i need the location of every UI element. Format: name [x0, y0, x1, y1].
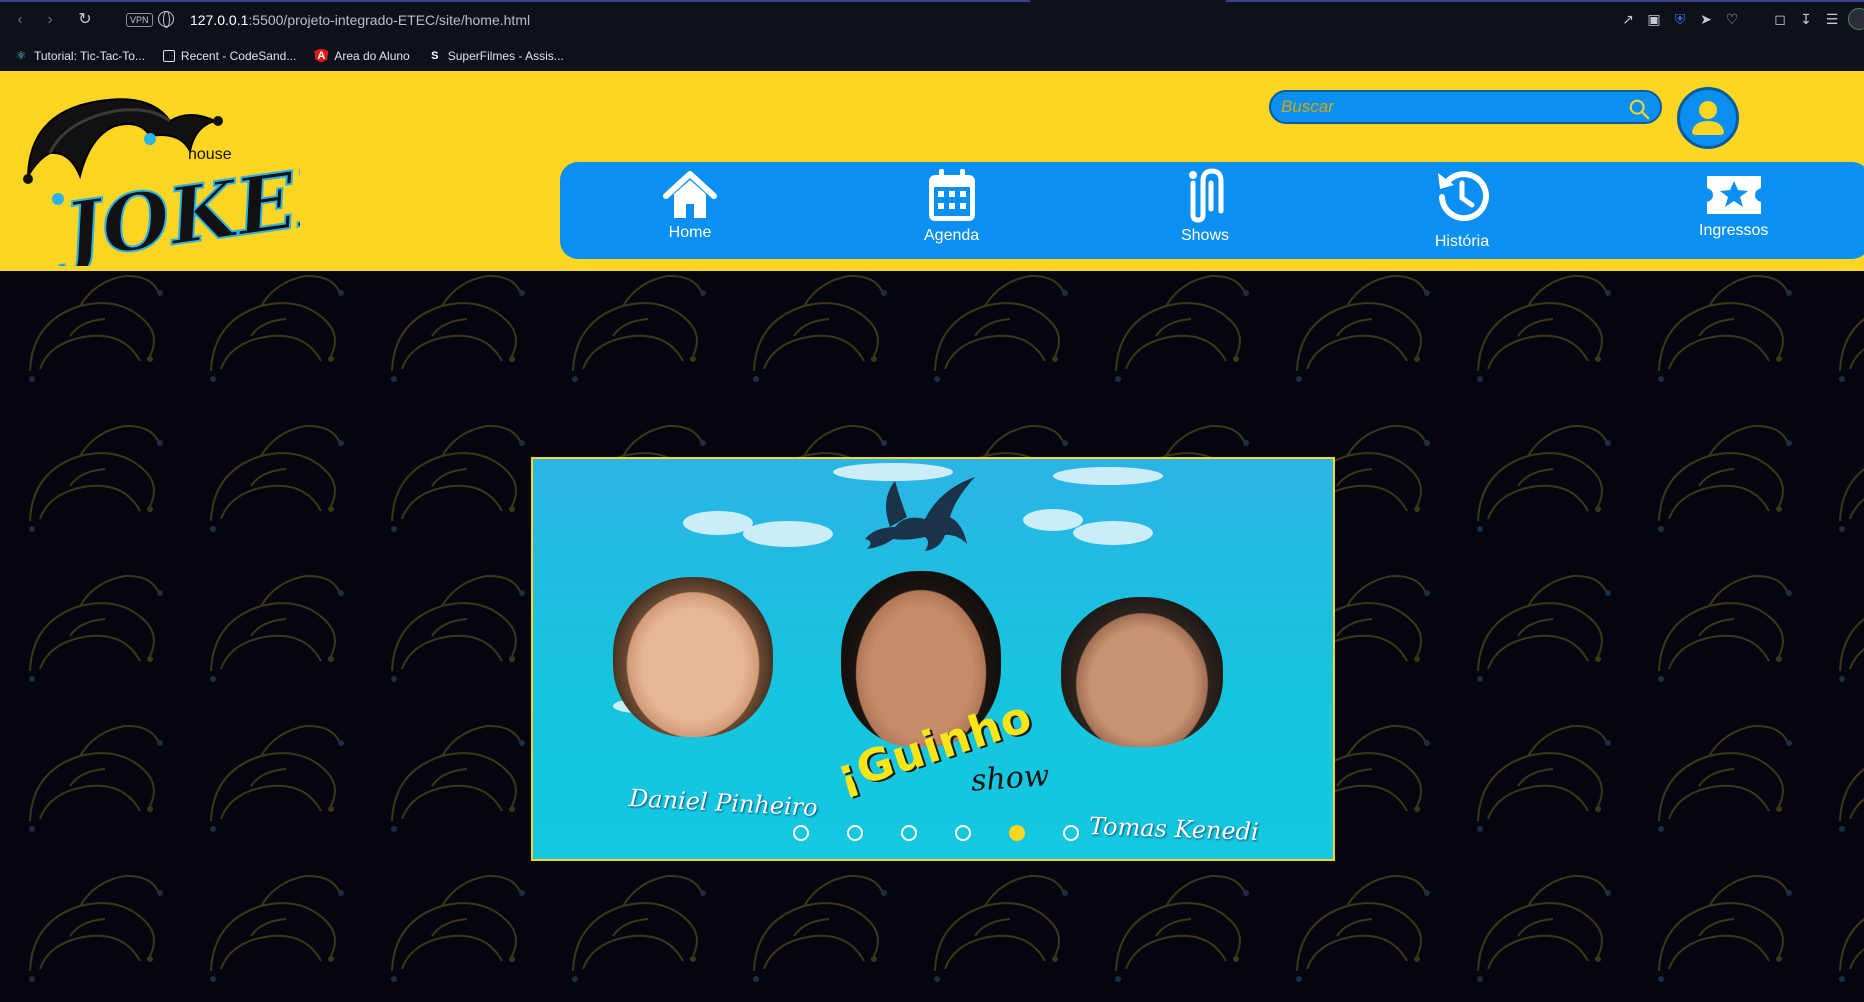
- box-icon[interactable]: ◻: [1772, 10, 1788, 28]
- browser-toolbar: ‹ › ↻ VPN 127.0.0.1:5500/projeto-integra…: [0, 0, 1864, 40]
- history-icon: [1438, 171, 1489, 222]
- caption-daniel-pinheiro: Daniel Pinheiro: [628, 784, 819, 822]
- address-bar[interactable]: 127.0.0.1:5500/projeto-integrado-ETEC/si…: [190, 12, 530, 28]
- search-icon[interactable]: [1628, 98, 1650, 120]
- browser-profile-avatar[interactable]: [1848, 8, 1864, 30]
- carousel-dot[interactable]: [901, 825, 917, 841]
- url-path: :5500/projeto-integrado-ETEC/site/home.h…: [248, 12, 531, 28]
- angular-icon: A: [314, 48, 329, 63]
- shield-icon[interactable]: ⛨: [1672, 10, 1688, 28]
- bookmark-item[interactable]: A Area do Aluno: [314, 48, 410, 63]
- carousel-dot[interactable]: [847, 825, 863, 841]
- carousel-indicators: [793, 825, 1079, 841]
- caption-tomas-kenedi: Tomas Kenedi: [1088, 812, 1260, 846]
- bookmark-item[interactable]: ⚛ Tutorial: Tic-Tac-To...: [14, 49, 145, 63]
- paperclip-icon: [1189, 168, 1224, 223]
- calendar-icon: [928, 169, 975, 221]
- send-icon[interactable]: ➤: [1698, 10, 1714, 28]
- codesandbox-icon: [162, 49, 175, 62]
- main-navbar: Home Agenda Shows História Ingressos: [560, 162, 1864, 259]
- cloud: [1023, 509, 1083, 531]
- site-header: JOKER house Home: [0, 71, 1864, 271]
- logo-house-text: house: [188, 146, 232, 163]
- carousel-dot-active[interactable]: [1009, 825, 1025, 841]
- nav-historia[interactable]: História: [1430, 165, 1494, 251]
- heart-icon[interactable]: ♡: [1724, 10, 1740, 28]
- forward-icon[interactable]: ›: [40, 10, 60, 30]
- search-box[interactable]: [1269, 90, 1662, 124]
- nav-label: Shows: [1180, 227, 1230, 244]
- browser-chrome: ‹ › ↻ VPN 127.0.0.1:5500/projeto-integra…: [0, 0, 1864, 71]
- carousel-dot[interactable]: [793, 825, 809, 841]
- bookmarks-bar: ⚛ Tutorial: Tic-Tac-To... Recent - CodeS…: [0, 40, 1864, 71]
- nav-label: Agenda: [924, 227, 980, 244]
- nav-label: Home: [668, 224, 712, 241]
- separator: [1750, 10, 1762, 28]
- performer-face-right: [1061, 597, 1223, 747]
- bookmark-item[interactable]: Recent - CodeSand...: [162, 48, 297, 63]
- nav-home[interactable]: Home: [662, 170, 718, 242]
- reload-icon[interactable]: ↻: [75, 10, 95, 30]
- show-subtitle: show: [969, 758, 1051, 799]
- nav-label: História: [1434, 233, 1490, 250]
- cloud: [1073, 521, 1153, 545]
- nav-agenda[interactable]: Agenda: [924, 167, 979, 245]
- s-icon: S: [431, 49, 439, 62]
- user-profile-button[interactable]: [1677, 87, 1739, 149]
- nav-label: Ingressos: [1699, 222, 1769, 239]
- site-info-icon[interactable]: [158, 11, 174, 28]
- search-input[interactable]: [1271, 92, 1660, 122]
- cloud: [1053, 467, 1163, 485]
- show-carousel[interactable]: ¡Guinho show Daniel Pinheiro Tomas Kened…: [531, 457, 1335, 861]
- nav-shows[interactable]: Shows: [1179, 167, 1231, 245]
- share-icon[interactable]: ↗: [1620, 10, 1636, 28]
- bookmark-item[interactable]: S SuperFilmes - Assis...: [428, 49, 564, 63]
- bookmark-label: Area do Aluno: [334, 48, 410, 63]
- cloud: [743, 521, 833, 547]
- url-host: 127.0.0.1: [190, 12, 249, 28]
- react-icon: ⚛: [16, 49, 26, 62]
- user-icon: [1692, 101, 1724, 135]
- download-icon[interactable]: ↧: [1798, 10, 1814, 28]
- performer-face-left: [613, 577, 773, 737]
- back-icon[interactable]: ‹: [10, 10, 30, 30]
- nav-ingressos[interactable]: Ingressos: [1699, 172, 1768, 240]
- house-joker-logo[interactable]: JOKER house: [20, 81, 300, 266]
- home-icon: [663, 171, 717, 218]
- logo-joker-text: JOKER: [47, 146, 300, 266]
- pegasus-icon: [865, 477, 975, 551]
- bookmark-label: Tutorial: Tic-Tac-To...: [34, 48, 145, 63]
- camera-icon[interactable]: ▣: [1646, 10, 1662, 28]
- bookmark-label: Recent - CodeSand...: [180, 48, 297, 63]
- vpn-badge[interactable]: VPN: [126, 13, 153, 27]
- menu-icon[interactable]: ☰: [1824, 10, 1840, 28]
- toolbar-icons: ↗ ▣ ⛨ ➤ ♡ ◻ ↧ ☰: [1620, 10, 1840, 28]
- carousel-dot[interactable]: [955, 825, 971, 841]
- carousel-dot[interactable]: [1063, 825, 1079, 841]
- bookmark-label: SuperFilmes - Assis...: [447, 48, 564, 63]
- ticket-icon: [1706, 176, 1761, 214]
